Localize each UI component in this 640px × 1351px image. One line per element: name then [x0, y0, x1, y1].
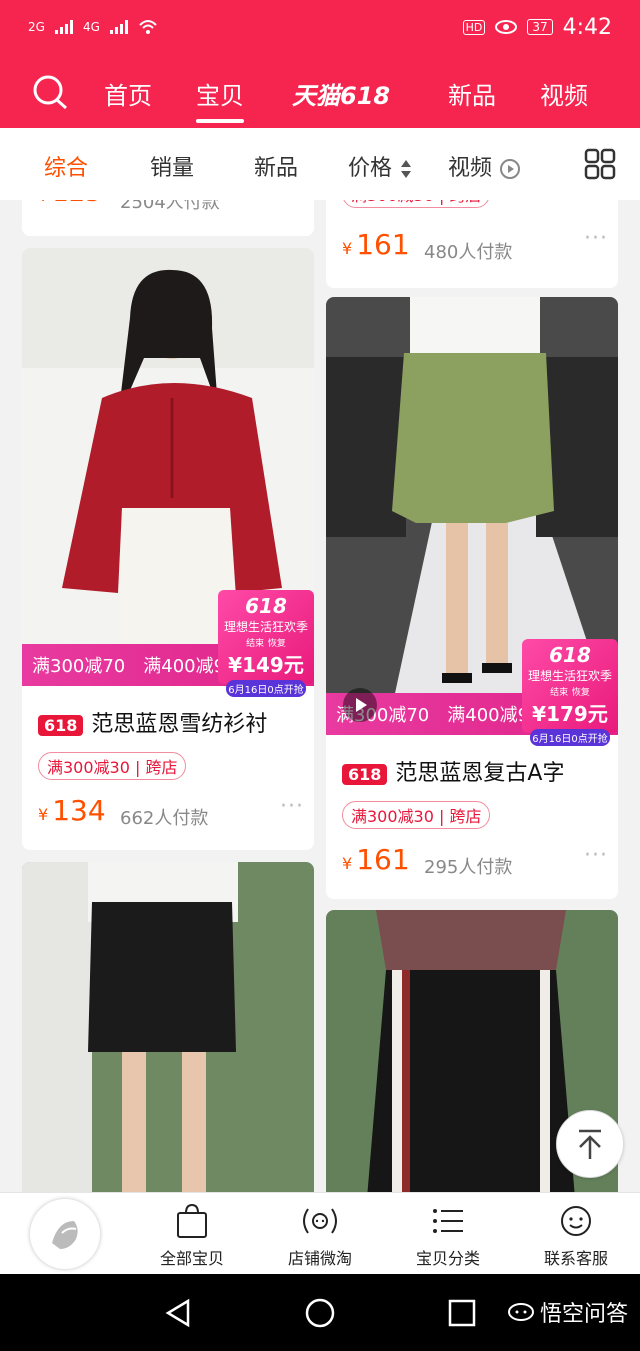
tab-customer-service-label: 联系客服 [543, 1249, 608, 1268]
bottom-tab-bar: 全部宝贝 店铺微淘 宝贝分类 联系客服 [0, 1192, 640, 1275]
wifi-icon [139, 20, 157, 34]
signal-2g-label: 2G [28, 20, 45, 34]
hd-icon: HD [462, 19, 486, 35]
play-button-icon[interactable] [342, 687, 378, 723]
filter-bar: 综合 销量 新品 价格 视频 [0, 128, 640, 200]
time: 4:42 [562, 14, 612, 40]
battery-icon: 37 [527, 19, 553, 35]
badge-label-end: 结束 [550, 688, 569, 698]
badge-label-restore: 恢复 [267, 639, 286, 649]
product-card[interactable]: 满300减70 满400减90 618 理想生活狂欢季 结束 恢复 ¥179元 … [326, 297, 618, 899]
shopping-bag-icon [177, 1203, 207, 1238]
arrow-up-icon [579, 1129, 601, 1159]
tab-all-items[interactable]: 全部宝贝 [132, 1203, 252, 1269]
badge-price: ¥179元 [532, 702, 608, 726]
status-bar: 2G 4G HD 37 4:42 [0, 0, 640, 54]
signal-4g-label: 4G [82, 20, 100, 34]
nav-tab-tmall618[interactable]: 天猫618 [292, 76, 390, 111]
product-sold: 295人付款 [424, 857, 513, 878]
promo-tag: 满300减30 | 跨店 [342, 200, 491, 208]
product-image [22, 862, 314, 1192]
back-to-top-button[interactable] [556, 1110, 624, 1178]
tab-all-items-label: 全部宝贝 [159, 1249, 224, 1268]
sort-arrows-icon [401, 160, 412, 178]
product-grid: ¥125 2504人付款 满300减30 | 跨店 ¥161 480人付款 ··… [0, 200, 640, 1192]
badge-price-row: 结束 恢复 ¥149元 [218, 635, 314, 678]
nav-tab-items[interactable]: 宝贝 [196, 76, 244, 123]
tab-categories[interactable]: 宝贝分类 [388, 1203, 508, 1269]
top-nav: 首页 宝贝 天猫618 新品 视频 [0, 54, 640, 128]
tab-shop-weitao-label: 店铺微淘 [287, 1249, 352, 1268]
badge-date: 6月16日0点开抢 [530, 729, 610, 746]
eye-icon [495, 20, 518, 34]
product-card[interactable] [22, 862, 314, 1192]
home-circle-icon[interactable] [304, 1297, 336, 1329]
filter-default[interactable]: 综合 [44, 150, 88, 182]
system-nav-bar: 悟空问答 [0, 1274, 640, 1351]
filter-price[interactable]: 价格 [348, 150, 413, 182]
tag-618: 618 [38, 714, 84, 736]
signal-icon [109, 20, 128, 34]
play-circle-icon [500, 159, 521, 179]
badge-label-restore: 恢复 [571, 688, 590, 698]
grid-view-icon[interactable] [584, 148, 616, 180]
filter-price-label: 价格 [348, 156, 393, 181]
promo-band-left: 满300减70 [32, 656, 126, 677]
back-triangle-icon[interactable] [164, 1298, 194, 1328]
wukong-logo-icon [507, 1303, 534, 1321]
badge-subtitle: 理想生活狂欢季 [527, 669, 612, 683]
tab-categories-label: 宝贝分类 [415, 1249, 480, 1268]
product-price: ¥161 [342, 843, 410, 876]
badge-price: ¥149元 [228, 653, 304, 677]
badge-subtitle: 理想生活狂欢季 [223, 620, 308, 634]
badge-price-row: 结束 恢复 ¥179元 [522, 684, 618, 727]
product-sold: 2504人付款 [120, 200, 220, 213]
badge-label-end: 结束 [246, 639, 265, 649]
tag-618: 618 [342, 763, 388, 785]
nav-tab-new[interactable]: 新品 [448, 76, 496, 111]
filter-video-label: 视频 [448, 156, 493, 181]
product-title: 618 范思蓝恩复古A字 [342, 755, 564, 787]
tab-shop-weitao[interactable]: 店铺微淘 [260, 1203, 380, 1269]
badge-date: 6月16日0点开抢 [226, 680, 306, 697]
product-title: 618 范思蓝恩雪纺衫衬 [38, 706, 267, 738]
chat-face-icon [561, 1206, 591, 1236]
product-sold: 662人付款 [120, 808, 209, 829]
product-title-text: 范思蓝恩复古A字 [395, 761, 565, 786]
product-card[interactable]: ¥125 2504人付款 [22, 200, 314, 236]
signal-icon [54, 20, 73, 34]
tab-customer-service[interactable]: 联系客服 [516, 1203, 636, 1269]
list-icon [433, 1209, 463, 1233]
shop-logo-icon [52, 1221, 78, 1249]
product-title-text: 范思蓝恩雪纺衫衬 [91, 712, 268, 737]
watermark-text: 悟空问答 [539, 1302, 628, 1327]
more-icon[interactable]: ··· [584, 226, 608, 251]
badge-title: 618 [549, 643, 591, 667]
more-icon[interactable]: ··· [280, 794, 304, 819]
nav-tab-home[interactable]: 首页 [104, 76, 152, 111]
broadcast-icon [303, 1208, 337, 1234]
product-sold: 480人付款 [424, 242, 513, 263]
filter-video[interactable]: 视频 [448, 150, 521, 182]
promo-tag: 满300减30 | 跨店 [38, 752, 187, 780]
product-price: ¥134 [38, 794, 106, 827]
status-right: HD 37 4:42 [462, 14, 612, 40]
badge-title: 618 [245, 594, 287, 618]
product-card[interactable]: 满300减70 满400减90 618 理想生活狂欢季 结束 恢复 ¥149元 … [22, 248, 314, 850]
search-icon[interactable] [32, 74, 68, 110]
signal-indicators: 2G 4G [28, 19, 158, 35]
shop-logo-button[interactable] [30, 1199, 100, 1269]
filter-sales[interactable]: 销量 [150, 150, 194, 182]
recents-square-icon[interactable] [448, 1299, 476, 1327]
watermark: 悟空问答 [507, 1296, 628, 1328]
tmall618-badge: 618 理想生活狂欢季 结束 恢复 ¥179元 6月16日0点开抢 [522, 639, 618, 746]
more-icon[interactable]: ··· [584, 843, 608, 868]
product-card[interactable]: 满300减30 | 跨店 ¥161 480人付款 ··· [326, 200, 618, 288]
promo-tag: 满300减30 | 跨店 [342, 801, 491, 829]
product-price: ¥161 [342, 228, 410, 261]
tmall618-badge: 618 理想生活狂欢季 结束 恢复 ¥149元 6月16日0点开抢 [218, 590, 314, 697]
product-price: ¥125 [38, 200, 102, 208]
nav-tab-video[interactable]: 视频 [540, 76, 588, 111]
filter-new[interactable]: 新品 [254, 150, 298, 182]
